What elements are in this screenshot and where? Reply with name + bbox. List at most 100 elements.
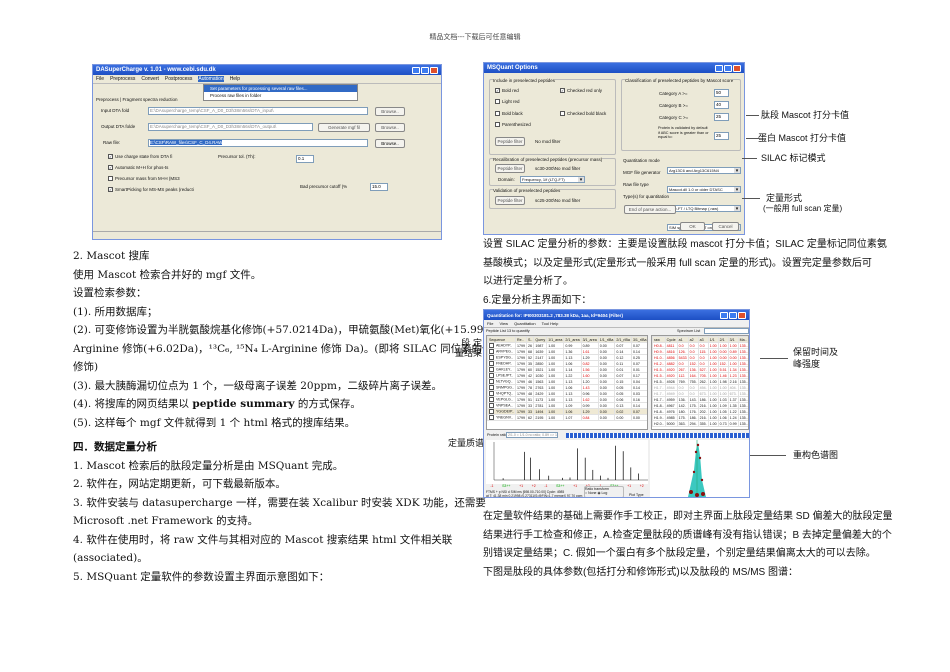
peptide-row[interactable]: YNEGNV.. 1799 62 2195 1.00 1.07 0.84 0.00 0.00 0.… bbox=[487, 414, 647, 421]
isotope-mark: +1 bbox=[573, 484, 578, 488]
generate-mgf-button[interactable]: Generate mgf fil bbox=[318, 123, 370, 132]
sequence-text: VHQPTQ.. bbox=[496, 391, 514, 396]
checkbox-icon[interactable] bbox=[489, 349, 494, 354]
menu-automation[interactable]: Automation bbox=[198, 76, 224, 82]
radio-log[interactable]: ◉ Log bbox=[597, 491, 607, 495]
browse-raw-button[interactable]: Browse.. bbox=[375, 139, 405, 148]
check-smartpicking[interactable]: ✓ SmartPicking for MS-MS peaks (reducti bbox=[108, 187, 194, 198]
ratio-transform-group: Ratio transform ○ None ◉ Log bbox=[584, 486, 624, 497]
check-label: Use charge state from DTA fi bbox=[115, 154, 173, 159]
include-group: Include in preselected peptides ✓ Bold re… bbox=[489, 78, 616, 155]
spectrum-table: raw Cycle a1 a2 a3 1/1 2/1 3/1 Ma.. H0.8.. 4811 0.0… bbox=[652, 336, 748, 427]
menu-postprocess[interactable]: Postprocess bbox=[165, 76, 193, 82]
category-a-field[interactable]: 50 bbox=[714, 89, 729, 97]
minimize-icon[interactable] bbox=[715, 64, 723, 72]
maximize-icon[interactable] bbox=[729, 311, 737, 319]
check-checked-red-only[interactable]: ✓ Checked red only bbox=[560, 88, 603, 94]
check-precursor-mass[interactable]: Precursor mass from M+H (MS3 bbox=[108, 176, 194, 187]
checkbox-icon[interactable] bbox=[489, 385, 494, 390]
check-label: Checked red only bbox=[567, 88, 603, 93]
menu-convert[interactable]: Convert bbox=[141, 76, 159, 82]
minimize-icon[interactable] bbox=[720, 311, 728, 319]
table-cell: SNMPGG.. bbox=[487, 384, 516, 391]
check-charge-state[interactable]: ✓ Use charge state from DTA fi bbox=[108, 154, 194, 165]
checkbox-icon[interactable] bbox=[489, 343, 494, 348]
menu-item-process-folder[interactable]: Process raw files in folder bbox=[204, 92, 357, 99]
tol-field[interactable]: 0.1 bbox=[296, 155, 314, 163]
category-c-field[interactable]: 25 bbox=[714, 113, 729, 121]
recal-peptide-filter-button[interactable]: Peptide filter bbox=[495, 164, 525, 173]
check-automatic-mh[interactable]: ✓ Automatic M+H for phos-ts bbox=[108, 165, 194, 176]
checkbox-icon[interactable] bbox=[489, 373, 494, 378]
cutoff-field[interactable]: 15.0 bbox=[370, 183, 388, 191]
sequence-text: ARVPEG.. bbox=[496, 349, 513, 354]
checkbox-unchecked-icon bbox=[108, 176, 113, 182]
checkbox-icon[interactable] bbox=[489, 403, 494, 408]
close-icon[interactable] bbox=[738, 311, 746, 319]
checkbox-icon[interactable] bbox=[489, 391, 494, 396]
spectrum-search-input[interactable] bbox=[704, 328, 749, 334]
check-parenthesized[interactable]: Parenthesized bbox=[495, 122, 531, 128]
sequence-text: ESPYDG.. bbox=[496, 355, 513, 360]
check-bold-red[interactable]: ✓ Bold red bbox=[495, 88, 519, 94]
ok-button[interactable]: OK bbox=[680, 222, 705, 231]
raw-type-select[interactable]: LTQ-FT / LTQ Bitmap (.raw) bbox=[667, 205, 741, 212]
menu-quantitation[interactable]: Quantitation bbox=[514, 321, 536, 326]
menu-toolhelp[interactable]: Tool Help bbox=[542, 321, 559, 326]
valid-peptide-filter-button[interactable]: Peptide filter bbox=[495, 196, 525, 205]
checkbox-icon[interactable] bbox=[489, 397, 494, 402]
category-b-field[interactable]: 40 bbox=[714, 101, 729, 109]
table-cell: 0.00 bbox=[630, 414, 647, 421]
checkbox-icon[interactable] bbox=[489, 361, 494, 366]
isotope-mark: S3++ bbox=[502, 484, 511, 488]
checkbox-icon[interactable] bbox=[489, 367, 494, 372]
close-icon[interactable] bbox=[733, 64, 741, 72]
maximize-icon[interactable] bbox=[724, 64, 732, 72]
protein-score-field[interactable]: 25 bbox=[714, 132, 729, 140]
browse-output-button[interactable]: Browse.. bbox=[375, 123, 405, 132]
menu-preprocess[interactable]: Preprocess bbox=[110, 76, 135, 82]
check-light-red[interactable]: Light red bbox=[495, 99, 520, 105]
input-dta-field[interactable]: E:\DAsupercharge_temp\CSF_A_D0_D3h38m56s… bbox=[148, 107, 368, 115]
output-dta-field[interactable]: E:\DAsupercharge_temp\CSF_A_D0_D3h38m56s… bbox=[148, 123, 313, 131]
peptide-filter-button[interactable]: Peptide filter bbox=[495, 137, 525, 146]
end-of-parse-button[interactable]: End of parse action... bbox=[624, 205, 676, 214]
maximize-icon[interactable] bbox=[421, 66, 429, 74]
protein-ratio-field[interactable]: 2/1.0 = 1/1.0 no ratio; 0.89 => 1.00 bbox=[506, 432, 558, 438]
domain-select[interactable]: Frequency, 1/f (LTQ-FT) bbox=[520, 176, 585, 183]
annotation-silac-mode: SILAC 标记模式 bbox=[761, 153, 826, 163]
mgf-select[interactable]: Mascot.dll 1.0 or older DTASC bbox=[667, 186, 741, 193]
radio-none[interactable]: ○ None bbox=[585, 491, 596, 495]
menu-view[interactable]: View bbox=[499, 321, 508, 326]
checkbox-icon[interactable] bbox=[489, 355, 494, 360]
menu-help[interactable]: Help bbox=[230, 76, 240, 82]
quantitation-window: Quantitation for: IPI00303181.2 ,783.38 … bbox=[483, 309, 750, 498]
check-label: Automatic M+H for phos-ts bbox=[115, 165, 169, 170]
browse-input-button[interactable]: Browse.. bbox=[375, 107, 405, 116]
checkbox-icon[interactable] bbox=[489, 409, 494, 414]
quant-mode-select[interactable]: Arg13C6 and Arg13C615N4 bbox=[667, 167, 741, 174]
menu-file[interactable]: File bbox=[96, 76, 104, 82]
tab-preprocess[interactable]: Preprocess bbox=[96, 97, 119, 102]
paragraph: 以进行定量分析了。 bbox=[483, 276, 573, 287]
minimize-icon[interactable] bbox=[412, 66, 420, 74]
menu-file[interactable]: File bbox=[487, 321, 493, 326]
check-checked-bold-black[interactable]: Checked bold black bbox=[560, 111, 606, 117]
raw-file-field[interactable]: E:\CSF\RAW_files\CSF_C_D4.RAW bbox=[148, 139, 368, 147]
isotope-mark: -1 bbox=[490, 484, 494, 488]
close-icon[interactable] bbox=[430, 66, 438, 74]
sequence-text: LPSEJPT.. bbox=[496, 373, 514, 378]
checkbox-icon[interactable] bbox=[489, 379, 494, 384]
checkbox-icon[interactable] bbox=[489, 415, 494, 420]
right-column-text-bottom: 在定量软件结果的基础上需要作手工校正，即对主界面上肽段定量结果 SD 偏差大的肽… bbox=[483, 508, 892, 582]
check-bold-black[interactable]: Bold black bbox=[495, 111, 523, 117]
checkbox-checked-icon: ✓ bbox=[108, 154, 113, 160]
isotope-mark: +2 bbox=[531, 484, 536, 488]
category-c-label: Category C >= bbox=[659, 115, 689, 120]
menu-item-set-parameters[interactable]: Set parameters for processing several ra… bbox=[204, 85, 357, 92]
tab-fragment[interactable]: Fragment spectra reduction bbox=[122, 97, 177, 102]
cancel-button[interactable]: Cancel bbox=[712, 222, 739, 231]
domain-label: Domain: bbox=[498, 177, 515, 182]
check-label: Parenthesized bbox=[502, 122, 531, 127]
spectrum-row[interactable]: H2.0.. 5000 363. 294. 355. 1.00 0.73 0.99 135.. bbox=[652, 420, 748, 427]
